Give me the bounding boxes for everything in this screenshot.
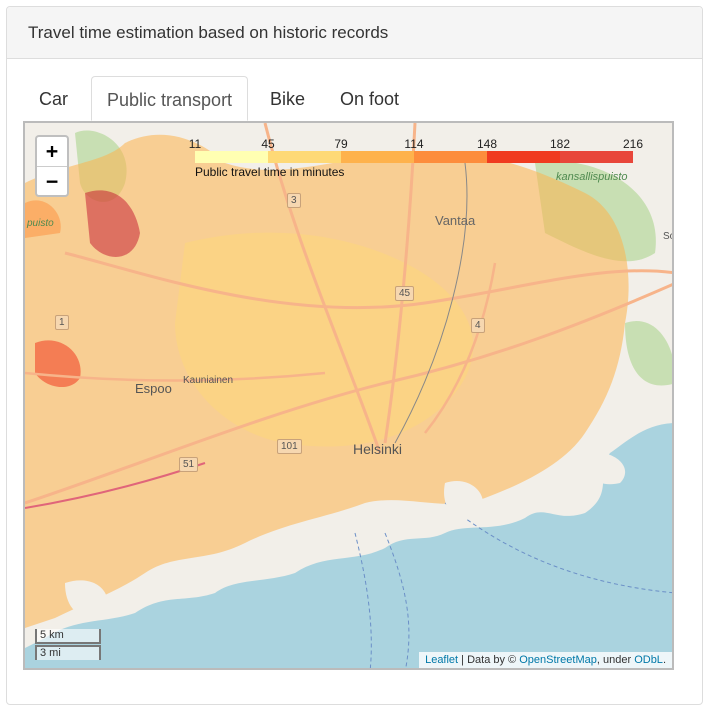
attribution-text: | Data by © <box>458 654 520 666</box>
legend-tick-label: 216 <box>622 137 644 151</box>
legend-tick-label: 114 <box>404 137 424 151</box>
legend-title: Public travel time in minutes <box>195 165 345 179</box>
place-label-espoo: Espoo <box>135 381 172 396</box>
attribution-dot: . <box>662 654 666 666</box>
travel-time-map[interactable]: + − 11 45 79 114 148 182 216 Public travel tim… <box>23 121 674 670</box>
place-label-kauniainen: Kauniainen <box>183 375 234 386</box>
road-shield-101: 101 <box>277 439 302 454</box>
legend-swatch <box>414 151 487 163</box>
road-shield-4: 4 <box>471 318 485 333</box>
legend-swatch <box>341 151 414 163</box>
map-tiles <box>25 123 672 668</box>
road-shield-3: 3 <box>287 193 301 208</box>
legend-tick-label: 182 <box>549 137 571 151</box>
place-label-puisto: puisto <box>27 218 54 229</box>
transport-tabs: Car Public transport Bike On foot <box>24 76 674 121</box>
legend-swatch <box>268 151 341 163</box>
place-label-kansallispuisto: kansallispuisto <box>556 171 628 183</box>
map-scale: 5 km 3 mi <box>35 629 101 660</box>
zoom-in-button[interactable]: + <box>37 137 67 166</box>
road-shield-45: 45 <box>395 286 415 301</box>
legend-swatch <box>195 151 268 163</box>
legend-swatch <box>487 151 560 163</box>
panel-title: Travel time estimation based on historic… <box>7 7 702 59</box>
legend-swatch <box>560 151 633 163</box>
attribution-under: , under <box>596 654 635 666</box>
place-label-helsinki: Helsinki <box>353 441 403 457</box>
zoom-out-button[interactable]: − <box>37 166 67 196</box>
leaflet-link[interactable]: Leaflet <box>425 654 458 666</box>
scale-km: 5 km <box>35 629 101 644</box>
legend-tick-label: 148 <box>476 137 498 151</box>
map-attribution: Leaflet | Data by © OpenStreetMap, under… <box>419 652 672 668</box>
tab-bike[interactable]: Bike <box>255 76 320 121</box>
legend-tick-label: 45 <box>261 137 275 151</box>
place-label-so: So <box>663 231 672 242</box>
legend-color-bar: 11 45 79 114 148 182 216 <box>189 137 643 163</box>
openstreetmap-link[interactable]: OpenStreetMap <box>519 654 597 666</box>
road-shield-1: 1 <box>55 315 69 330</box>
tab-car[interactable]: Car <box>24 76 83 121</box>
legend-tick-label: 79 <box>334 137 348 151</box>
place-label-vantaa: Vantaa <box>435 213 476 228</box>
road-shield-51: 51 <box>179 457 199 472</box>
legend-tick-label: 11 <box>188 137 202 151</box>
odbl-link[interactable]: ODbL <box>634 654 663 666</box>
scale-mi: 3 mi <box>35 645 101 660</box>
tab-on-foot[interactable]: On foot <box>325 76 414 121</box>
tab-public-transport[interactable]: Public transport <box>91 76 249 121</box>
zoom-control: + − <box>35 135 69 197</box>
